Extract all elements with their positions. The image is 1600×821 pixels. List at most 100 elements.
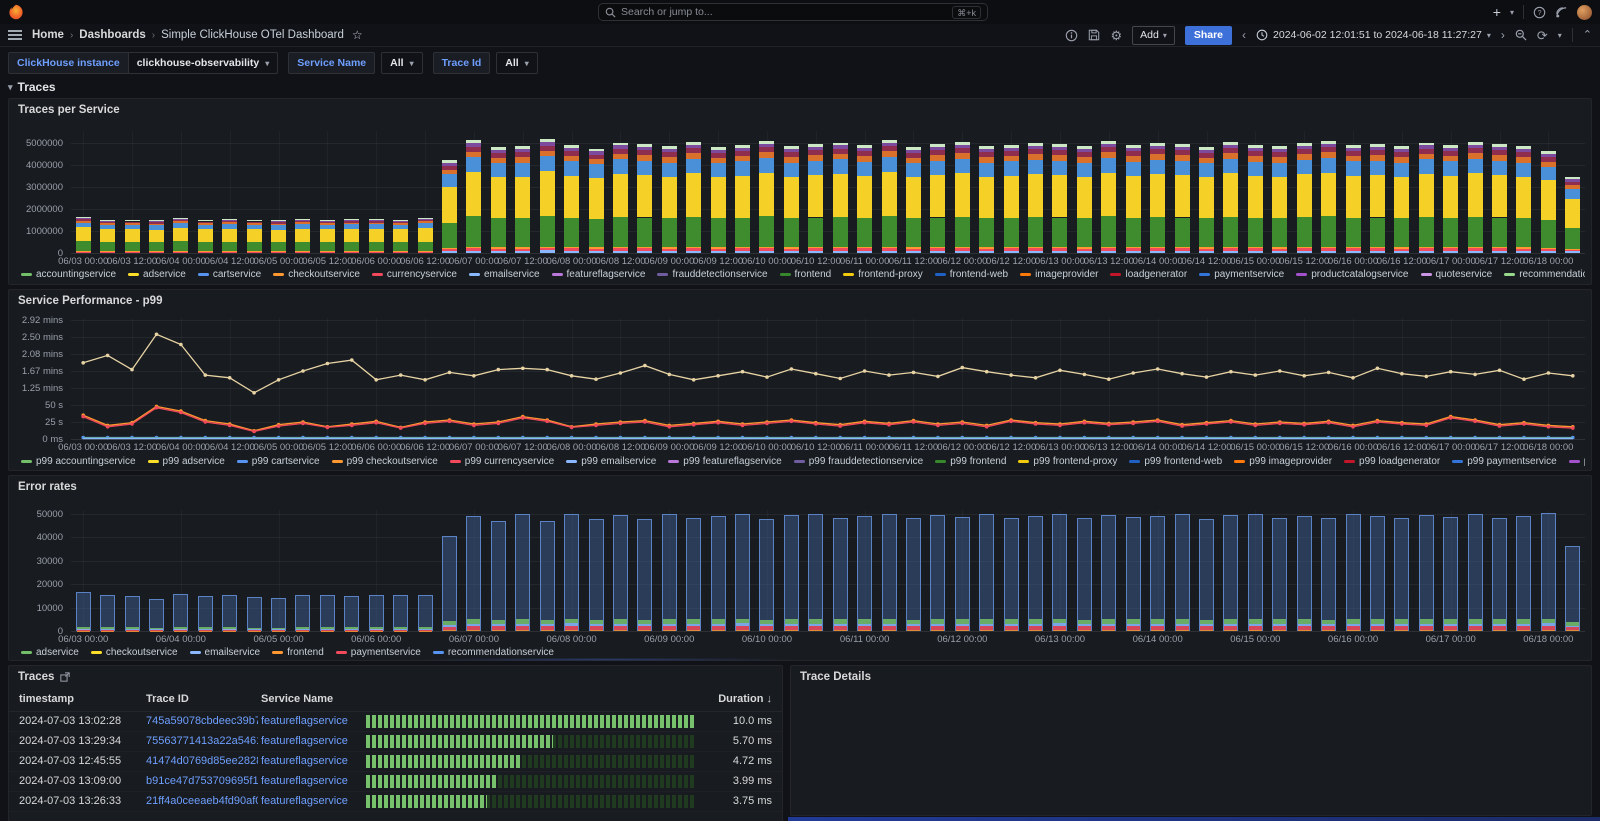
legend-item[interactable]: p99 emailservice	[566, 456, 656, 467]
table-row[interactable]: 2024-07-03 13:29:3475563771413a22a54618.…	[9, 732, 782, 752]
legend-item[interactable]: featureflagservice	[552, 269, 646, 280]
legend-item[interactable]: quoteservice	[1421, 269, 1493, 280]
add-button[interactable]: Add▾	[1132, 26, 1175, 45]
legend-item[interactable]: cartservice	[198, 269, 261, 280]
cell-trace-id-link[interactable]: 75563771413a22a54618...	[146, 735, 258, 747]
legend-item[interactable]: p99 frauddetectionservice	[794, 456, 924, 467]
panel-title[interactable]: Trace Details	[800, 671, 871, 683]
cell-trace-id-link[interactable]: b91ce47d753709695f1d...	[146, 775, 258, 787]
legend-item[interactable]: checkoutservice	[91, 647, 178, 658]
legend-item[interactable]: p99 currencyservice	[450, 456, 554, 467]
menu-icon[interactable]	[8, 29, 22, 41]
bar-segment-imageprovider	[589, 159, 604, 164]
legend-item[interactable]: adservice	[128, 269, 186, 280]
column-header-trace-id[interactable]: Trace ID	[146, 693, 189, 705]
settings-gear-icon[interactable]: ⚙	[1110, 29, 1122, 42]
time-range-picker[interactable]: 2024-06-02 12:01:51 to 2024-06-18 11:27:…	[1256, 29, 1491, 41]
search-input[interactable]	[621, 6, 947, 18]
favorite-star-icon[interactable]: ☆	[352, 29, 363, 41]
legend-item[interactable]: frontend-web	[935, 269, 1008, 280]
legend-item[interactable]: p99 checkoutservice	[332, 456, 438, 467]
bar-segment-loadgenerator	[418, 220, 433, 222]
legend-item[interactable]: currencyservice	[372, 269, 457, 280]
add-new-caret-icon[interactable]: ▾	[1510, 8, 1514, 17]
legend-item[interactable]: recommendationservice	[1504, 269, 1585, 280]
column-header-service-name[interactable]: Service Name	[261, 693, 333, 705]
legend-item[interactable]: p99 cartservice	[237, 456, 320, 467]
legend-item[interactable]: emailservice	[190, 647, 261, 658]
legend-item[interactable]: checkoutservice	[273, 269, 360, 280]
breadcrumb-home[interactable]: Home	[32, 29, 64, 41]
bar-segment-frontend	[492, 630, 505, 631]
cell-service-name-link[interactable]: featureflagservice	[261, 715, 348, 727]
legend-item[interactable]: frontend	[780, 269, 832, 280]
chart-plot-area[interactable]: 0100002000030000400005000006/03 00:0006/…	[9, 476, 1591, 660]
legend-item[interactable]: imageprovider	[1020, 269, 1098, 280]
section-row-traces[interactable]: ▾ Traces	[8, 80, 56, 94]
bar-segment-paymentservice	[589, 251, 604, 253]
user-avatar[interactable]	[1577, 5, 1592, 20]
legend-item[interactable]: p99 accountingservice	[21, 456, 136, 467]
variable-value-dropdown[interactable]: clickhouse-observability▾	[129, 52, 279, 74]
zoom-out-icon[interactable]	[1515, 29, 1527, 41]
add-new-icon[interactable]: +	[1493, 5, 1501, 19]
variable-value-dropdown[interactable]: All▾	[496, 52, 537, 74]
search-bar[interactable]: ⌘+k	[598, 3, 988, 21]
legend-item[interactable]: frontend-proxy	[843, 269, 922, 280]
panel-insights-icon[interactable]	[1065, 29, 1078, 42]
grafana-logo[interactable]	[8, 4, 24, 20]
help-icon[interactable]: ?	[1533, 6, 1546, 19]
news-icon[interactable]	[1555, 6, 1568, 19]
legend-item[interactable]: emailservice	[469, 269, 540, 280]
stacked-bar	[906, 147, 921, 253]
legend-item[interactable]: adservice	[21, 647, 79, 658]
cell-service-name-link[interactable]: featureflagservice	[261, 735, 348, 747]
cell-trace-id-link[interactable]: 41474d0769d85ee2828...	[146, 755, 258, 767]
chart-plot-area[interactable]: 01000000200000030000004000000500000006/0…	[9, 99, 1591, 284]
legend-item[interactable]: loadgenerator	[1110, 269, 1187, 280]
column-header-timestamp[interactable]: timestamp	[19, 693, 74, 705]
cell-trace-id-link[interactable]: 745a59078cbdeec39b7...	[146, 715, 258, 727]
stacked-bar	[637, 144, 652, 253]
panel-links-icon[interactable]	[60, 672, 70, 682]
breadcrumb-dashboards[interactable]: Dashboards	[79, 29, 145, 41]
time-back-icon[interactable]: ‹	[1242, 29, 1246, 41]
bar-segment-loadgenerator	[906, 153, 921, 158]
legend-item[interactable]: frauddetectionservice	[657, 269, 767, 280]
legend-item[interactable]: frontend	[272, 647, 324, 658]
legend-item[interactable]: paymentservice	[336, 647, 421, 658]
panel-title[interactable]: Traces	[18, 671, 70, 683]
variable-value-dropdown[interactable]: All▾	[381, 52, 422, 74]
legend-item[interactable]: recommendationservice	[433, 647, 554, 658]
column-header-duration[interactable]: Duration ↓	[718, 693, 772, 705]
bar-segment-currencyservice	[1419, 248, 1434, 250]
legend-item[interactable]: accountingservice	[21, 269, 116, 280]
legend-item[interactable]: paymentservice	[1199, 269, 1284, 280]
table-row[interactable]: 2024-07-03 13:02:28745a59078cbdeec39b7..…	[9, 712, 782, 732]
legend-item[interactable]: p99 productcatalogservice	[1569, 456, 1585, 467]
legend-item[interactable]: p99 frontend-web	[1129, 456, 1222, 467]
legend-item[interactable]: p99 adservice	[148, 456, 225, 467]
legend-item[interactable]: p99 frontend-proxy	[1018, 456, 1117, 467]
table-row[interactable]: 2024-07-03 12:45:5541474d0769d85ee2828..…	[9, 752, 782, 772]
cell-service-name-link[interactable]: featureflagservice	[261, 755, 348, 767]
time-forward-icon[interactable]: ›	[1501, 29, 1505, 41]
cell-service-name-link[interactable]: featureflagservice	[261, 775, 348, 787]
table-row[interactable]: 2024-07-03 13:09:00b91ce47d753709695f1d.…	[9, 772, 782, 792]
cell-service-name-link[interactable]: featureflagservice	[261, 795, 348, 807]
legend-item[interactable]: p99 paymentservice	[1452, 456, 1557, 467]
section-title: Traces	[18, 80, 56, 94]
save-icon[interactable]	[1088, 29, 1100, 41]
refresh-interval-caret-icon[interactable]: ▾	[1558, 31, 1562, 40]
cell-trace-id-link[interactable]: 21ff4a0ceeaeb4fd90af0...	[146, 795, 258, 807]
legend-item[interactable]: p99 imageprovider	[1234, 456, 1332, 467]
share-button[interactable]: Share	[1185, 26, 1232, 45]
legend-item[interactable]: p99 featureflagservice	[668, 456, 781, 467]
collapse-toolbar-icon[interactable]: ⌃	[1583, 30, 1592, 41]
legend-item[interactable]: p99 frontend	[935, 456, 1006, 467]
table-row[interactable]: 2024-07-03 13:26:3321ff4a0ceeaeb4fd90af0…	[9, 792, 782, 812]
legend-item[interactable]: productcatalogservice	[1296, 269, 1408, 280]
refresh-icon[interactable]: ⟳	[1537, 29, 1548, 42]
chart-plot-area[interactable]: 0 ms25 s50 s1.25 mins1.67 mins2.08 mins2…	[9, 290, 1591, 470]
legend-item[interactable]: p99 loadgenerator	[1344, 456, 1440, 467]
